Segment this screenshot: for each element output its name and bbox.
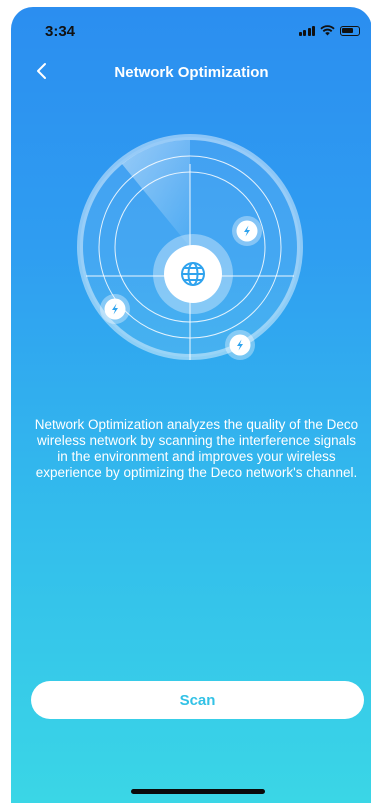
interference-node-3	[225, 330, 255, 360]
interference-node-2	[100, 294, 130, 324]
radar-illustration	[77, 134, 303, 360]
page-title: Network Optimization	[114, 64, 269, 81]
interference-node-1	[232, 216, 262, 246]
signal-icon	[298, 25, 315, 36]
status-time: 3:34	[45, 23, 76, 40]
app-screen: 3:34 Network Optimization Network Optimi…	[11, 7, 371, 803]
home-indicator	[131, 789, 265, 794]
wifi-icon	[320, 25, 335, 36]
status-icons	[298, 25, 360, 36]
battery-icon	[340, 25, 360, 36]
scan-button[interactable]: Scan	[31, 681, 364, 719]
description-text: Network Optimization analyzes the qualit…	[34, 417, 359, 480]
globe-node	[153, 234, 233, 314]
